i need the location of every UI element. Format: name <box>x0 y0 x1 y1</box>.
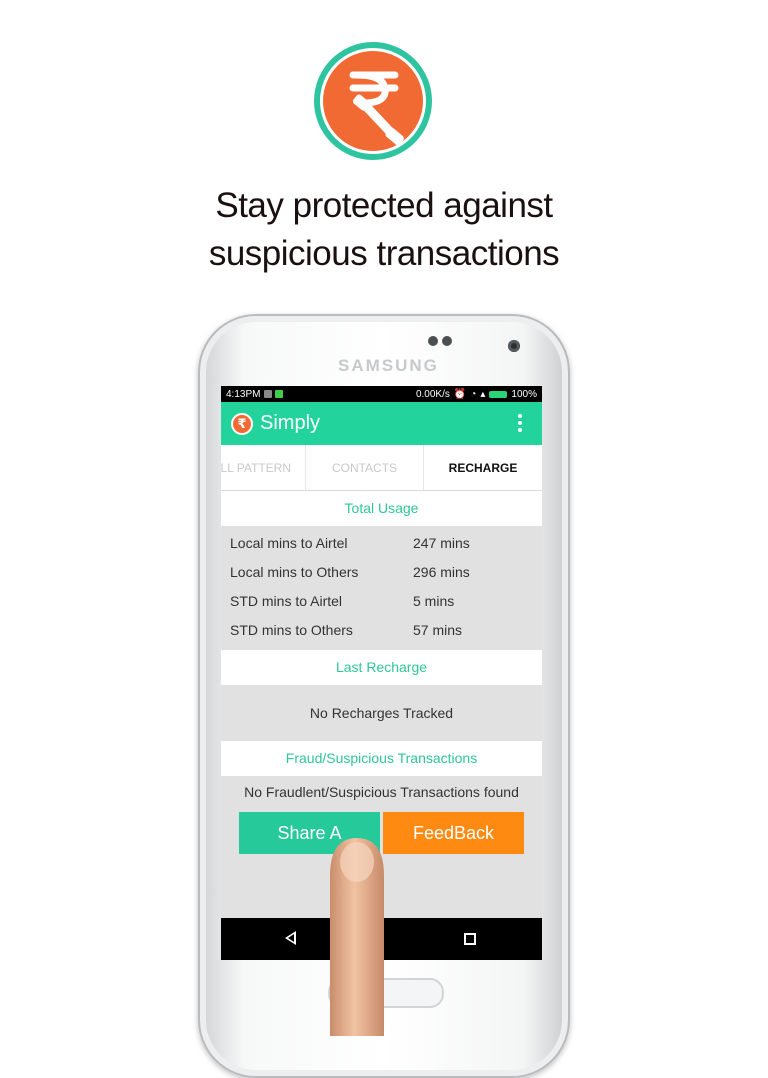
tab-call-pattern[interactable]: LL PATTERN <box>221 445 306 490</box>
usage-list: Local mins to Airtel 247 mins Local mins… <box>221 526 542 650</box>
gallery-notification-icon <box>264 390 273 398</box>
usage-label: Local mins to Airtel <box>230 534 348 551</box>
front-camera-icon <box>508 340 520 352</box>
signal-icon: ▴ <box>480 388 486 400</box>
headline: Stay protected against suspicious transa… <box>0 182 768 278</box>
status-bar: 4:13PM 0.00K/s ⏰ ◔ ▴ 100% <box>221 386 542 402</box>
tab-bar: LL PATTERN CONTACTS RECHARGE <box>221 445 542 491</box>
network-speed: 0.00K/s <box>415 388 450 400</box>
overflow-menu-icon[interactable] <box>518 414 522 432</box>
recent-apps-icon[interactable] <box>464 933 476 945</box>
headline-line-1: Stay protected against <box>215 186 553 225</box>
tab-contacts[interactable]: CONTACTS <box>306 445 424 490</box>
fraud-message: No Fraudlent/Suspicious Transactions fou… <box>244 784 519 800</box>
status-time: 4:13PM <box>226 388 261 400</box>
usage-value: 247 mins <box>413 534 470 551</box>
feedback-button[interactable]: FeedBack <box>383 812 524 854</box>
sensor-dot <box>442 336 452 346</box>
usage-row: STD mins to Others 57 mins <box>221 615 542 644</box>
usage-value: 296 mins <box>413 563 470 580</box>
total-usage-header: Total Usage <box>221 491 542 526</box>
battery-icon <box>489 390 508 398</box>
device-brand: SAMSUNG <box>338 356 439 375</box>
usage-row: Local mins to Airtel 247 mins <box>221 528 542 557</box>
usage-label: STD mins to Airtel <box>230 592 343 609</box>
usage-row: STD mins to Airtel 5 mins <box>221 586 542 615</box>
sensor-dot <box>428 336 438 346</box>
rupee-phone-logo-icon <box>314 42 432 160</box>
last-recharge-header: Last Recharge <box>221 650 542 685</box>
usage-label: STD mins to Others <box>230 621 353 638</box>
pointing-finger-icon <box>330 838 384 1036</box>
rupee-icon: ₹ <box>231 412 253 435</box>
usage-row: Local mins to Others 296 mins <box>221 557 542 586</box>
usage-value: 5 mins <box>413 592 455 609</box>
app-notification-icon <box>275 390 284 398</box>
status-right: 0.00K/s ⏰ ◔ ▴ 100% <box>416 389 537 400</box>
battery-percent: 100% <box>511 388 537 400</box>
alarm-icon: ⏰ <box>453 388 467 400</box>
last-recharge-message: No Recharges Tracked <box>309 705 454 721</box>
usage-value: 57 mins <box>413 621 463 638</box>
tab-recharge[interactable]: RECHARGE <box>424 445 542 490</box>
logo-core <box>323 51 423 151</box>
rupee-handset-icon <box>349 71 404 146</box>
app-title: Simply <box>260 412 321 434</box>
fraud-header: Fraud/Suspicious Transactions <box>221 741 542 776</box>
logo-ring <box>320 48 426 154</box>
wifi-icon: ◔ <box>470 388 477 400</box>
usage-label: Local mins to Others <box>230 563 359 580</box>
app-bar: ₹ Simply <box>221 402 542 445</box>
back-icon[interactable] <box>285 931 296 945</box>
headline-line-2: suspicious transactions <box>208 234 560 273</box>
